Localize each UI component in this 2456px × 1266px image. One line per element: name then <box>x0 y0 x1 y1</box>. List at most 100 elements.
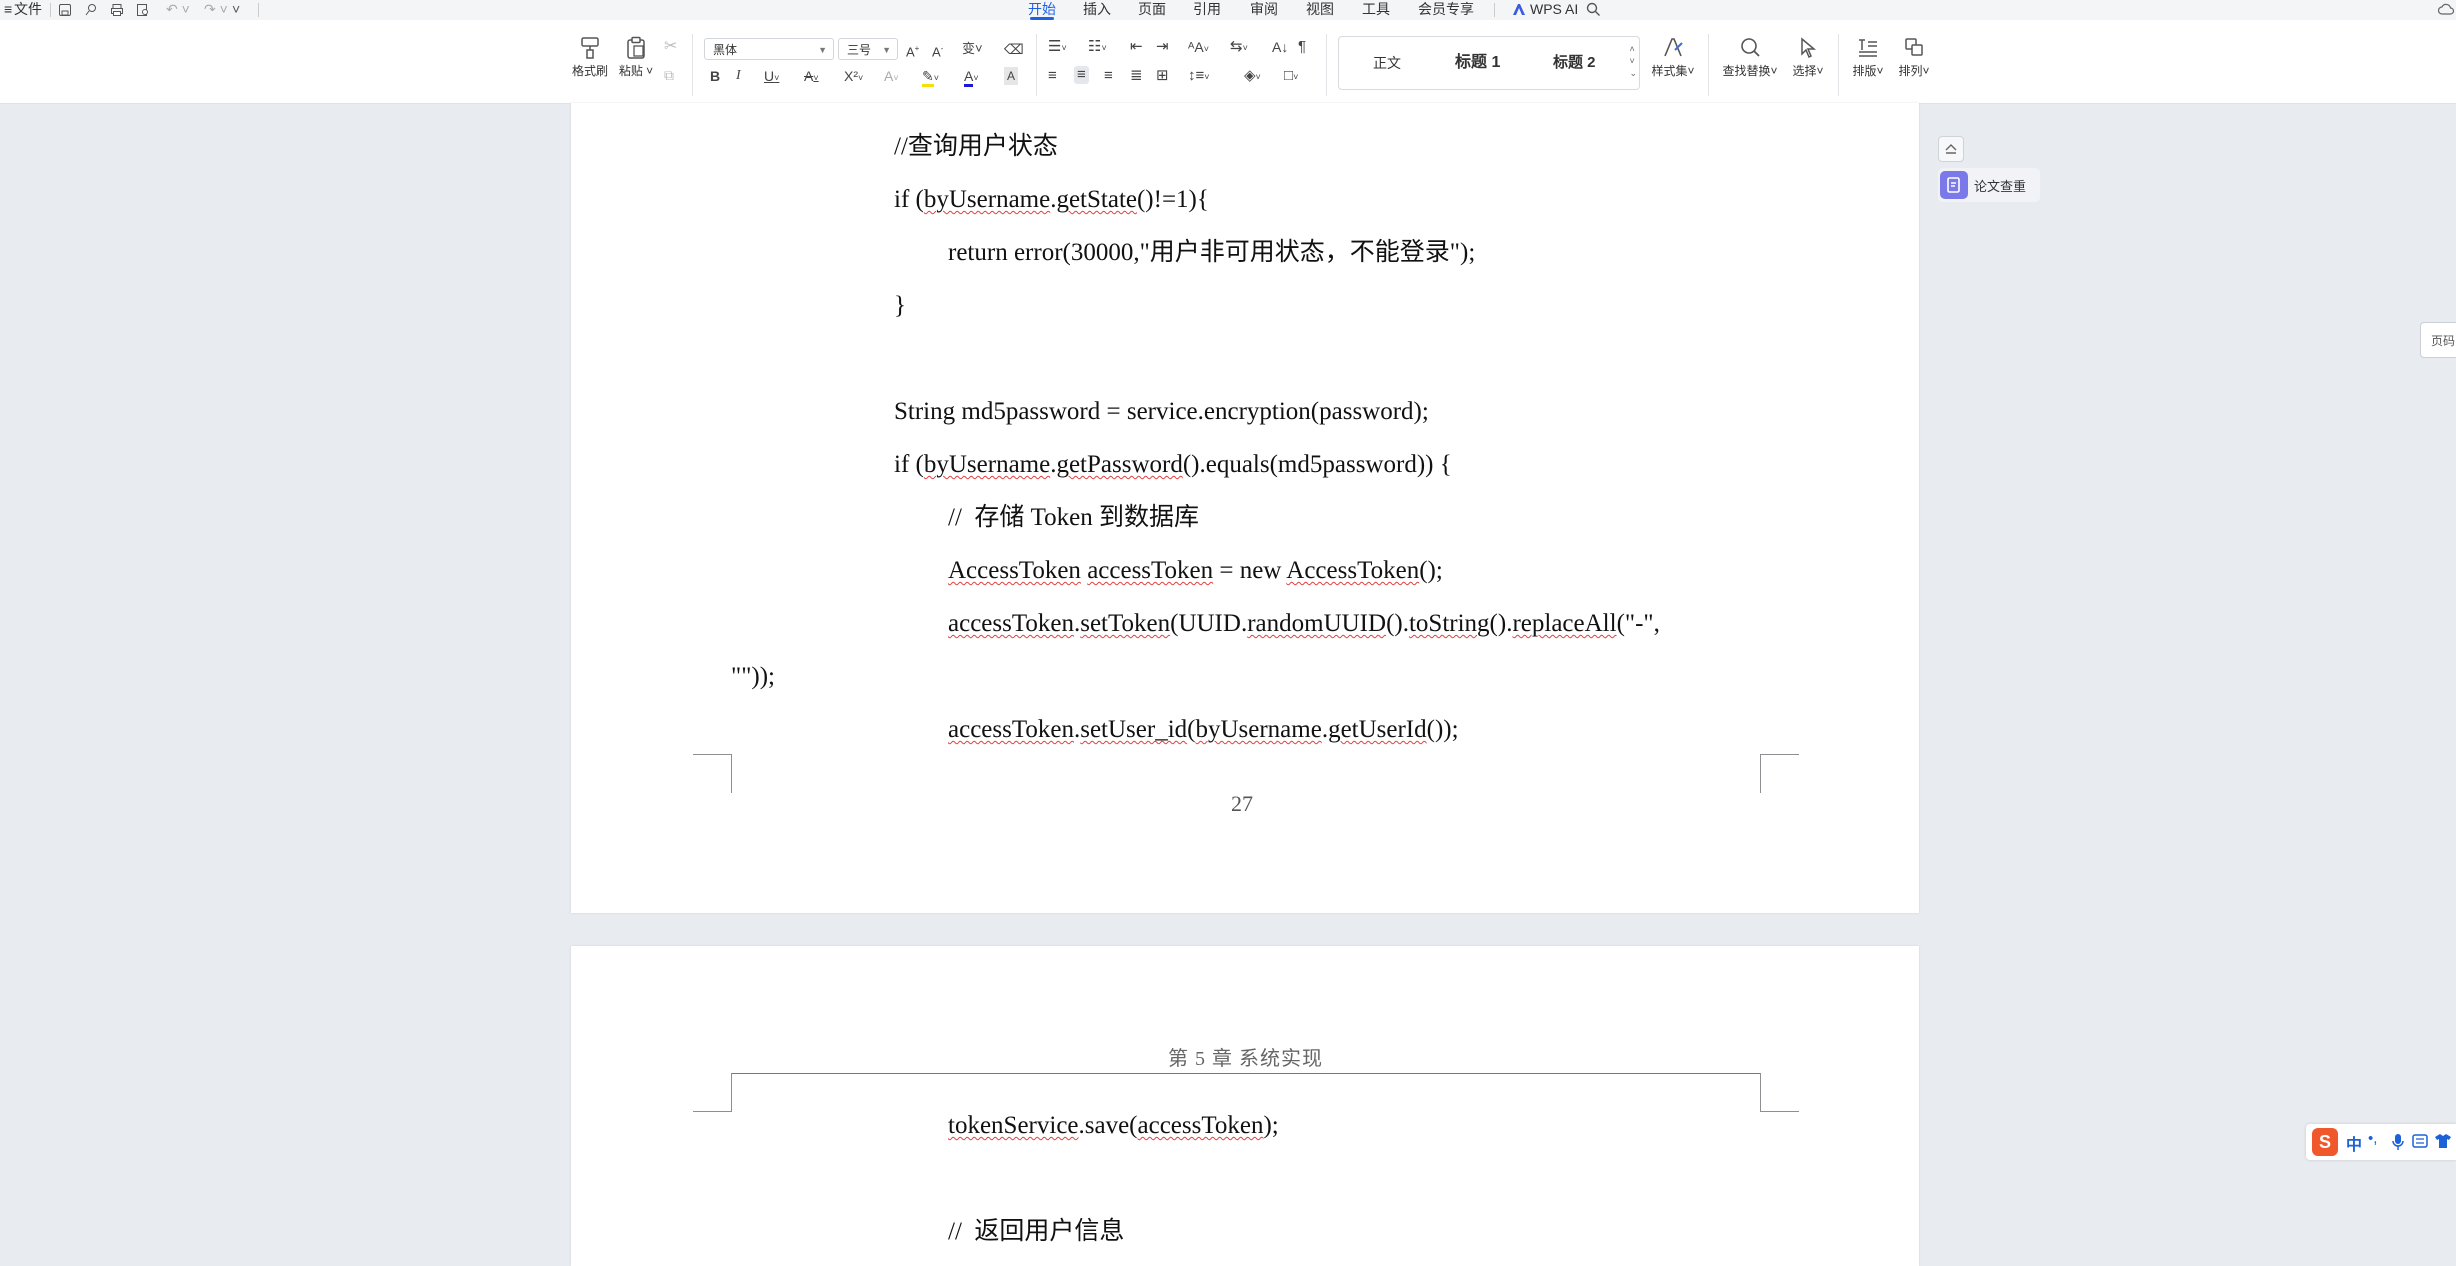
change-case-icon[interactable]: ᴬA˅ <box>1188 38 1209 56</box>
code-line[interactable]: if (byUsername.getPassword().equals(md5p… <box>894 450 1452 480</box>
strikethrough-icon[interactable]: A˅ <box>804 67 819 85</box>
code-line[interactable]: accessToken.setToken(UUID.randomUUID().t… <box>948 609 1660 639</box>
cloud-sync-icon[interactable] <box>2438 2 2454 17</box>
undo-icon[interactable]: ↶ ˅ <box>166 0 190 20</box>
arrange-icon <box>1905 38 1923 56</box>
wps-ai-button[interactable]: WPS AI <box>1530 0 1578 20</box>
ime-language-toggle[interactable]: 中 <box>2346 1131 2362 1155</box>
print-icon[interactable] <box>110 3 124 17</box>
collapse-panel-button[interactable] <box>1938 136 1964 162</box>
print-preview-icon[interactable] <box>136 3 150 17</box>
sogou-logo-icon[interactable]: S <box>2312 1128 2338 1156</box>
tab-review[interactable]: 审阅 <box>1250 0 1278 20</box>
punctuation-icon[interactable]: •, <box>2368 1130 2377 1147</box>
font-size-combo[interactable]: 三号 ▼ <box>838 38 898 60</box>
microphone-icon[interactable] <box>2392 1133 2404 1151</box>
style-heading-2[interactable]: 标题 2 <box>1553 37 1596 89</box>
tab-home[interactable]: 开始 <box>1028 0 1056 20</box>
redo-icon[interactable]: ↷ ˅ <box>204 0 228 20</box>
style-normal[interactable]: 正文 <box>1373 37 1401 89</box>
paper-check-button[interactable]: 论文查重 <box>1938 168 2040 202</box>
code-line[interactable]: String md5password = service.encryption(… <box>894 397 1429 427</box>
tab-tools[interactable]: 工具 <box>1362 0 1390 20</box>
paste-button[interactable]: 粘贴 ˅ <box>616 36 656 79</box>
code-line[interactable]: AccessToken accessToken = new AccessToke… <box>948 556 1443 586</box>
borders-icon[interactable]: □˅ <box>1284 67 1298 85</box>
page-number-tab[interactable]: 页码 <box>2420 322 2456 358</box>
style-heading-1[interactable]: 标题 1 <box>1455 37 1500 89</box>
text-effect-icon[interactable]: A˅ <box>884 67 899 85</box>
font-name-combo[interactable]: 黑体 ▼ <box>704 38 834 60</box>
code-line[interactable]: // 存储 Token 到数据库 <box>948 503 1199 533</box>
styles-scroll-icon[interactable]: ˄ ˅ ⌄ <box>1629 43 1637 79</box>
sort-icon[interactable]: A↓ <box>1272 38 1288 56</box>
code-line[interactable]: //查询用户状态 <box>894 132 1058 162</box>
tab-page[interactable]: 页面 <box>1138 0 1166 20</box>
cursor-icon <box>1801 37 1817 59</box>
search-icon[interactable] <box>1586 2 1601 17</box>
decrease-indent-icon[interactable]: ⇤ <box>1130 38 1143 56</box>
align-left-icon[interactable]: ≡ <box>1048 67 1057 85</box>
shading-icon[interactable]: ◈˅ <box>1244 67 1261 85</box>
code-line[interactable]: } <box>894 291 906 321</box>
char-shading-icon[interactable]: A <box>1004 67 1019 85</box>
code-line[interactable]: // 返回用户信息 <box>948 1217 1124 1247</box>
code-line[interactable]: accessToken.setUser_id(byUsername.getUse… <box>948 715 1459 745</box>
paper-check-icon <box>1940 171 1968 199</box>
align-right-icon[interactable]: ≡ <box>1104 67 1113 85</box>
keyboard-icon[interactable] <box>2412 1134 2428 1148</box>
grow-font-icon[interactable]: A+ <box>906 40 919 59</box>
format-painter-button[interactable]: 格式刷 <box>570 36 610 79</box>
align-center-icon[interactable]: ≡ <box>1074 66 1089 84</box>
show-marks-icon[interactable]: ¶ <box>1298 38 1306 56</box>
code-line[interactable]: "")); <box>731 662 775 692</box>
tab-view[interactable]: 视图 <box>1306 0 1334 20</box>
bullet-list-icon[interactable]: ☰˅ <box>1048 38 1067 56</box>
italic-icon[interactable]: I <box>736 67 741 85</box>
arrange-button[interactable]: 排列˅ <box>1894 36 1934 79</box>
shrink-font-icon[interactable]: A- <box>932 40 943 59</box>
cut-icon[interactable]: ✂ <box>664 38 677 56</box>
superscript-icon[interactable]: X²˅ <box>844 67 863 85</box>
format-brush-icon[interactable] <box>84 3 98 17</box>
tab-insert[interactable]: 插入 <box>1083 0 1111 20</box>
menu-icon[interactable]: ≡ <box>4 0 12 20</box>
select-button[interactable]: 选择˅ <box>1786 36 1830 79</box>
text-direction-icon[interactable]: ⇆˅ <box>1230 38 1248 56</box>
tab-member[interactable]: 会员专享 <box>1418 0 1474 20</box>
save-icon[interactable] <box>58 3 72 17</box>
distributed-icon[interactable]: ⊞ <box>1156 67 1169 85</box>
bold-icon[interactable]: B <box>710 67 720 85</box>
code-line[interactable]: tokenService.save(accessToken); <box>948 1111 1279 1141</box>
skin-icon[interactable] <box>2434 1133 2452 1149</box>
justify-icon[interactable]: ≣ <box>1130 67 1143 85</box>
font-color-icon[interactable]: A˅ <box>964 67 979 87</box>
style-set-button[interactable]: 样式集˅ <box>1648 36 1698 79</box>
code-line[interactable]: return error(30000,"用户非可用状态，不能登录"); <box>948 238 1475 268</box>
numbered-list-icon[interactable]: ☷˅ <box>1088 38 1107 56</box>
layout-button[interactable]: 排版˅ <box>1848 36 1888 79</box>
underline-icon[interactable]: U˅ <box>764 67 779 85</box>
styles-gallery: 正文 标题 1 标题 2 ˄ ˅ ⌄ <box>1338 36 1640 90</box>
find-replace-label: 查找替换 <box>1722 64 1771 78</box>
page-header[interactable]: 第 5 章 系统实现 <box>1168 1042 1323 1071</box>
crop-mark <box>1760 1073 1799 1112</box>
crop-mark <box>693 1073 732 1112</box>
ime-toolbar: S 中 •, <box>2306 1124 2456 1160</box>
highlight-icon[interactable]: ✎˅ <box>922 67 939 87</box>
ribbon: 格式刷 粘贴 ˅ ✂ ⧉ 黑体 ▼ 三号 ▼ A+ A- 变˅ ⌫ B I U˅ A… <box>0 20 2456 104</box>
file-menu[interactable]: 文件 <box>14 0 42 20</box>
find-replace-button[interactable]: 查找替换˅ <box>1720 36 1780 79</box>
line-spacing-icon[interactable]: ↕≡˅ <box>1188 67 1210 85</box>
paste-icon <box>627 36 645 59</box>
quick-access-more-icon[interactable]: ˅ <box>232 0 240 20</box>
divider <box>1838 34 1839 96</box>
increase-indent-icon[interactable]: ⇥ <box>1156 38 1169 56</box>
phonetic-guide-icon[interactable]: 变˅ <box>962 40 983 58</box>
code-line[interactable]: if (byUsername.getState()!=1){ <box>894 185 1209 215</box>
chevron-down-icon: ▼ <box>818 45 827 55</box>
divider <box>692 34 693 96</box>
tab-references[interactable]: 引用 <box>1193 0 1221 20</box>
clear-format-icon[interactable]: ⌫ <box>1004 40 1024 58</box>
copy-icon[interactable]: ⧉ <box>664 66 674 84</box>
